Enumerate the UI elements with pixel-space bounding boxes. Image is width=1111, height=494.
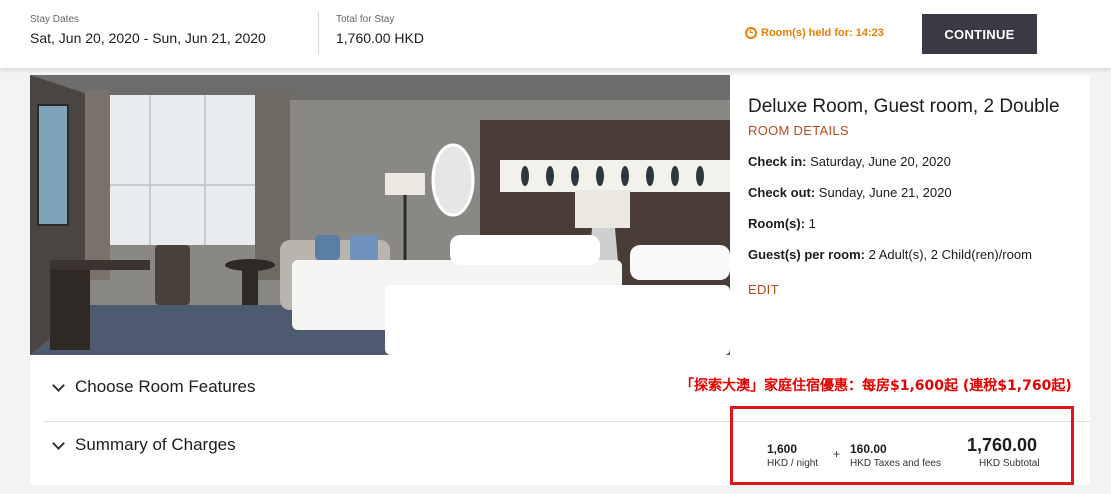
room-details-panel: Deluxe Room, Guest room, 2 Double ROOM D… [748, 95, 1078, 297]
guests-label: Guest(s) per room: [748, 247, 866, 262]
room-title: Deluxe Room, Guest room, 2 Double [748, 96, 1060, 117]
check-in-row: Check in: Saturday, June 20, 2020 [748, 154, 1078, 169]
taxes-unit: HKD Taxes and fees [850, 458, 941, 469]
nightly-rate: 1,600 [767, 442, 798, 456]
subtotal-amount: 1,760.00 [967, 435, 1038, 455]
hold-timer-text: Room(s) held for: 14:23 [761, 27, 884, 39]
charges-summary-highlight: 1,600 HKD / night + 160.00 HKD Taxes and… [730, 406, 1074, 485]
check-in-label: Check in: [748, 154, 807, 169]
subtotal-unit: HKD Subtotal [979, 458, 1040, 469]
clock-icon [745, 27, 757, 39]
check-in-value: Saturday, June 20, 2020 [810, 154, 951, 169]
nightly-rate-unit: HKD / night [767, 458, 819, 469]
room-options-panel: Choose Room Features Summary of Charges … [30, 355, 1090, 485]
guests-row: Guest(s) per room: 2 Adult(s), 2 Child(r… [748, 247, 1078, 262]
hold-timer: Room(s) held for: 14:23 [745, 27, 884, 39]
taxes-amount: 160.00 [850, 442, 887, 456]
header-divider [318, 12, 319, 54]
summary-of-charges-toggle[interactable]: Summary of Charges [52, 435, 236, 455]
guests-value: 2 Adult(s), 2 Child(ren)/room [868, 247, 1032, 262]
total-label: Total for Stay [336, 14, 395, 25]
rooms-label: Room(s): [748, 216, 806, 231]
plus-sign: + [833, 447, 841, 461]
total-for-stay: Total for Stay 1,760.00 HKD [336, 14, 424, 46]
check-out-row: Check out: Sunday, June 21, 2020 [748, 185, 1078, 200]
total-value: 1,760.00 HKD [336, 30, 424, 46]
continue-button[interactable]: CONTINUE [922, 14, 1037, 54]
stay-dates-value: Sat, Jun 20, 2020 - Sun, Jun 21, 2020 [30, 30, 266, 46]
chevron-down-icon [52, 436, 65, 450]
choose-room-features-label: Choose Room Features [75, 377, 256, 396]
rooms-row: Room(s): 1 [748, 216, 1078, 231]
check-out-value: Sunday, June 21, 2020 [818, 185, 952, 200]
summary-of-charges-label: Summary of Charges [75, 435, 236, 454]
room-card: Deluxe Room, Guest room, 2 Double ROOM D… [30, 75, 1090, 355]
stay-dates-label: Stay Dates [30, 14, 79, 25]
stay-dates: Stay Dates Sat, Jun 20, 2020 - Sun, Jun … [30, 14, 266, 46]
room-details-link[interactable]: ROOM DETAILS [748, 123, 1078, 138]
choose-room-features-toggle[interactable]: Choose Room Features [52, 377, 256, 397]
stay-summary-header: Stay Dates Sat, Jun 20, 2020 - Sun, Jun … [0, 0, 1111, 68]
check-out-label: Check out: [748, 185, 816, 200]
rooms-value: 1 [808, 216, 816, 231]
chevron-down-icon [52, 378, 65, 392]
promo-banner: 「探索大澳」家庭住宿優惠：每房$1,600起 (連稅$1,760起) [680, 378, 1072, 394]
edit-link[interactable]: EDIT [748, 282, 1078, 297]
room-photo [30, 75, 730, 355]
